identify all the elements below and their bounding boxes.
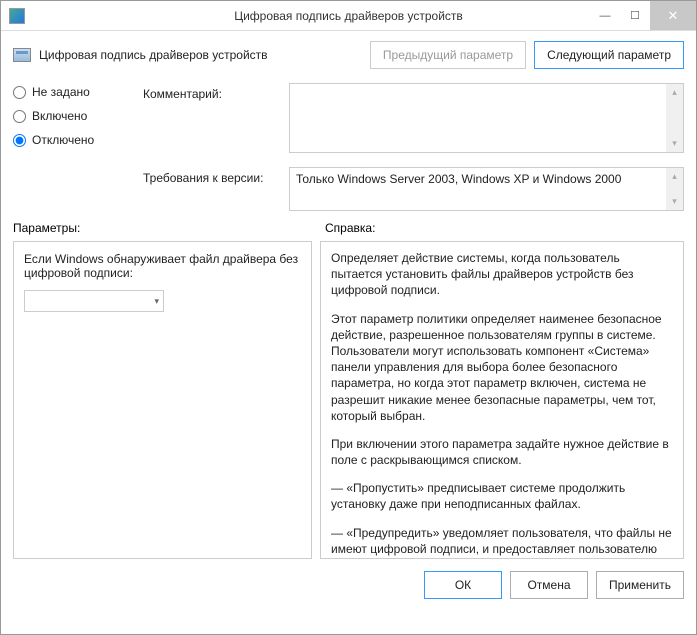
radio-enabled-label: Включено: [32, 109, 87, 123]
action-dropdown[interactable]: ▾: [24, 290, 164, 312]
help-paragraph: При включении этого параметра задайте ну…: [331, 436, 673, 468]
radio-enabled[interactable]: Включено: [13, 109, 125, 123]
policy-icon: [13, 48, 31, 62]
radio-disabled-input[interactable]: [13, 134, 26, 147]
comment-scrollbar[interactable]: ▴ ▾: [666, 84, 683, 152]
comment-textarea[interactable]: ▴ ▾: [289, 83, 684, 153]
title-bar: Цифровая подпись драйверов устройств — ☐…: [1, 1, 696, 31]
help-paragraph: Этот параметр политики определяет наимен…: [331, 311, 673, 424]
help-paragraph: — «Предупредить» уведомляет пользователя…: [331, 525, 673, 557]
minimize-button[interactable]: —: [590, 1, 620, 30]
chevron-down-icon: ▾: [154, 296, 159, 307]
radio-not-configured-input[interactable]: [13, 86, 26, 99]
ok-button[interactable]: ОК: [424, 571, 502, 599]
policy-header: Цифровая подпись драйверов устройств Пре…: [13, 41, 684, 69]
parameters-label: Параметры:: [13, 221, 313, 235]
help-paragraph: Определяет действие системы, когда польз…: [331, 250, 673, 299]
radio-not-configured[interactable]: Не задано: [13, 85, 125, 99]
requirements-scrollbar[interactable]: ▴ ▾: [666, 168, 683, 210]
scroll-down-icon[interactable]: ▾: [666, 193, 683, 210]
radio-enabled-input[interactable]: [13, 110, 26, 123]
help-label: Справка:: [313, 221, 684, 235]
requirements-box: Только Windows Server 2003, Windows XP и…: [289, 167, 684, 211]
radio-disabled[interactable]: Отключено: [13, 133, 125, 147]
help-paragraph: — «Пропустить» предписывает системе прод…: [331, 480, 673, 512]
apply-button[interactable]: Применить: [596, 571, 684, 599]
next-setting-button[interactable]: Следующий параметр: [534, 41, 684, 69]
maximize-button[interactable]: ☐: [620, 1, 650, 30]
parameters-panel: Если Windows обнаруживает файл драйвера …: [13, 241, 312, 559]
radio-not-configured-label: Не задано: [32, 85, 90, 99]
requirements-text: Только Windows Server 2003, Windows XP и…: [296, 172, 621, 186]
dialog-footer: ОК Отмена Применить: [1, 559, 696, 609]
help-panel: Определяет действие системы, когда польз…: [320, 241, 684, 559]
scroll-down-icon[interactable]: ▾: [666, 135, 683, 152]
parameters-message: Если Windows обнаруживает файл драйвера …: [24, 252, 301, 280]
requirements-label: Требования к версии:: [143, 167, 271, 211]
app-icon: [9, 8, 25, 24]
scroll-up-icon[interactable]: ▴: [666, 168, 683, 185]
close-button[interactable]: ✕: [650, 1, 696, 30]
window-controls: — ☐ ✕: [590, 1, 696, 30]
radio-disabled-label: Отключено: [32, 133, 94, 147]
cancel-button[interactable]: Отмена: [510, 571, 588, 599]
comment-label: Комментарий:: [143, 83, 271, 157]
previous-setting-button[interactable]: Предыдущий параметр: [370, 41, 526, 69]
scroll-up-icon[interactable]: ▴: [666, 84, 683, 101]
policy-title: Цифровая подпись драйверов устройств: [39, 48, 268, 62]
